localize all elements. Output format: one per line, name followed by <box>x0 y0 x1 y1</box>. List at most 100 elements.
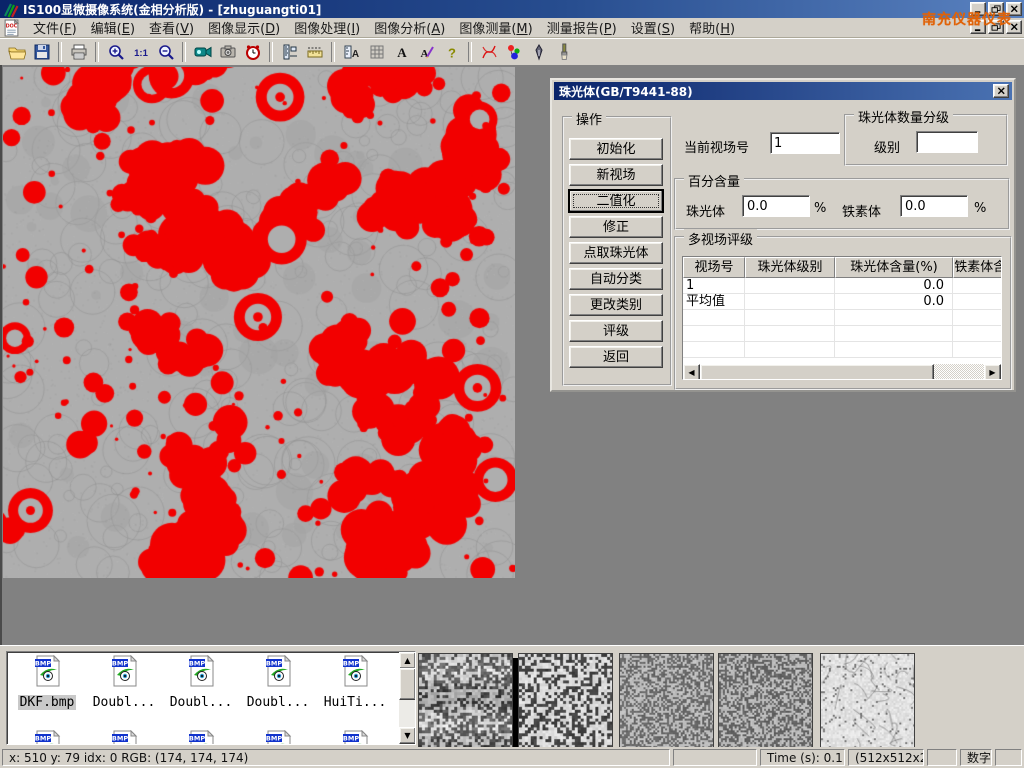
current-field-input[interactable] <box>770 132 840 154</box>
grade-level-input[interactable] <box>916 131 978 153</box>
table-cell <box>835 342 953 358</box>
table-row[interactable]: 平均值0.0 <box>683 294 1001 310</box>
image-thumbnail[interactable] <box>718 653 813 748</box>
op-button-3[interactable]: 二值化 <box>569 190 663 212</box>
op-button-8[interactable]: 评级 <box>569 320 663 342</box>
menu-item[interactable]: 图像测量(M) <box>452 21 539 38</box>
file-item-partial[interactable]: BMP <box>242 730 314 745</box>
scroll-down-arrow[interactable]: ▼ <box>399 727 416 744</box>
scroll-up-arrow[interactable]: ▲ <box>399 652 416 669</box>
help-icon[interactable]: ? <box>440 41 463 63</box>
file-name[interactable]: Doubl... <box>245 695 312 710</box>
timer-clock-icon[interactable] <box>241 41 264 63</box>
camera-icon[interactable] <box>216 41 239 63</box>
menu-item[interactable]: 图像显示(D) <box>201 21 287 38</box>
table-row[interactable] <box>683 310 1001 326</box>
measure-text-icon[interactable]: A <box>340 41 363 63</box>
image-thumbnail[interactable] <box>619 653 714 748</box>
dialog-title-bar[interactable]: 珠光体(GB/T9441-88) <box>554 82 1012 100</box>
status-time: Time (s): 0.113 <box>760 749 845 766</box>
menu-item[interactable]: 设置(S) <box>624 21 682 38</box>
file-browser-panel: BMPDKF.bmpBMPDoubl...BMPDoubl...BMPDoubl… <box>0 645 1024 748</box>
table-cell <box>953 342 1002 358</box>
pearlite-percent-input[interactable] <box>742 195 810 217</box>
table-cell <box>953 278 1002 294</box>
toolbar-separator <box>95 42 99 62</box>
table-row[interactable] <box>683 342 1001 358</box>
file-item-partial[interactable]: BMP <box>88 730 160 745</box>
status-empty-3 <box>995 749 1022 766</box>
menu-item[interactable]: 编辑(E) <box>84 21 142 38</box>
op-button-9[interactable]: 返回 <box>569 346 663 368</box>
menu-item[interactable]: 图像分析(A) <box>367 21 452 38</box>
menu-item[interactable]: 图像处理(I) <box>287 21 367 38</box>
table-cell: 0.0 <box>835 294 953 310</box>
menu-item[interactable]: 帮助(H) <box>682 21 742 38</box>
table-column-header[interactable]: 珠光体级别 <box>745 257 835 278</box>
file-item-partial[interactable]: BMP <box>165 730 237 745</box>
table-horizontal-scrollbar[interactable]: ◀ ▶ <box>683 364 1001 379</box>
video-camera-icon[interactable] <box>191 41 214 63</box>
brush-tool-icon[interactable] <box>552 41 575 63</box>
zoom-in-icon[interactable] <box>104 41 127 63</box>
file-item[interactable]: BMP Doubl... <box>165 655 237 710</box>
scroll-right-arrow[interactable]: ▶ <box>984 364 1001 380</box>
menu-item[interactable]: 测量报告(P) <box>540 21 624 38</box>
table-column-header[interactable]: 视场号 <box>683 257 745 278</box>
micrograph-image[interactable] <box>3 67 515 578</box>
scrollbar-thumb[interactable] <box>700 364 934 380</box>
file-item-partial[interactable]: BMP <box>319 730 391 745</box>
text-edit-icon[interactable]: A <box>415 41 438 63</box>
svg-text:BMP: BMP <box>188 660 204 668</box>
table-cell <box>745 278 835 294</box>
vendor-watermark: 南充仪器仪表 <box>922 9 1012 29</box>
table-column-header[interactable]: 铁素体含量(%) <box>953 257 1002 278</box>
file-name[interactable]: DKF.bmp <box>18 695 77 710</box>
file-item[interactable]: BMPHuiTi... <box>319 655 391 710</box>
svg-text:BMP: BMP <box>188 735 204 743</box>
ferrite-percent-input[interactable] <box>900 195 968 217</box>
file-item[interactable]: BMPDoubl... <box>242 655 314 710</box>
table-row[interactable]: 10.0 <box>683 278 1001 294</box>
menu-item[interactable]: 查看(V) <box>142 21 201 38</box>
curve-tool-icon[interactable] <box>477 41 500 63</box>
image-thumbnail[interactable] <box>418 653 513 748</box>
dialog-close-button[interactable] <box>993 84 1009 98</box>
op-button-4[interactable]: 修正 <box>569 216 663 238</box>
caliper-icon[interactable] <box>278 41 301 63</box>
color-markers-icon[interactable] <box>502 41 525 63</box>
image-thumbnail[interactable] <box>518 653 613 748</box>
file-item-partial[interactable]: BMP <box>11 730 83 745</box>
file-scrollbar-thumb[interactable] <box>399 668 416 700</box>
open-folder-icon[interactable] <box>5 41 28 63</box>
op-button-7[interactable]: 更改类别 <box>569 294 663 316</box>
scrollbar-track[interactable] <box>934 364 984 379</box>
op-button-5[interactable]: 点取珠光体 <box>569 242 663 264</box>
scroll-left-arrow[interactable]: ◀ <box>683 364 700 380</box>
text-a-icon[interactable]: A <box>390 41 413 63</box>
op-button-1[interactable]: 初始化 <box>569 138 663 160</box>
file-item[interactable]: BMPDKF.bmp <box>11 655 83 710</box>
svg-text:BMP: BMP <box>111 660 127 668</box>
table-column-header[interactable]: 珠光体含量(%) <box>835 257 953 278</box>
file-name[interactable]: HuiTi... <box>322 695 389 710</box>
table-cell <box>745 326 835 342</box>
file-list-scrollbar[interactable]: ▲ ▼ <box>399 652 415 744</box>
table-row[interactable] <box>683 326 1001 342</box>
toolbar-separator <box>468 42 472 62</box>
status-empty-2 <box>927 749 957 766</box>
grid-icon[interactable] <box>365 41 388 63</box>
file-item[interactable]: BMP Doubl... <box>88 655 160 710</box>
print-icon[interactable] <box>67 41 90 63</box>
image-thumbnail[interactable] <box>820 653 915 748</box>
pen-tool-icon[interactable] <box>527 41 550 63</box>
op-button-2[interactable]: 新视场 <box>569 164 663 186</box>
op-button-6[interactable]: 自动分类 <box>569 268 663 290</box>
actual-size-1-1-icon[interactable]: 1:1 <box>129 41 152 63</box>
zoom-out-icon[interactable] <box>154 41 177 63</box>
ruler-icon[interactable] <box>303 41 326 63</box>
menu-item[interactable]: 文件(F) <box>26 21 84 38</box>
file-name[interactable]: Doubl... <box>91 695 158 710</box>
save-icon[interactable] <box>30 41 53 63</box>
file-name[interactable]: Doubl... <box>168 695 235 710</box>
